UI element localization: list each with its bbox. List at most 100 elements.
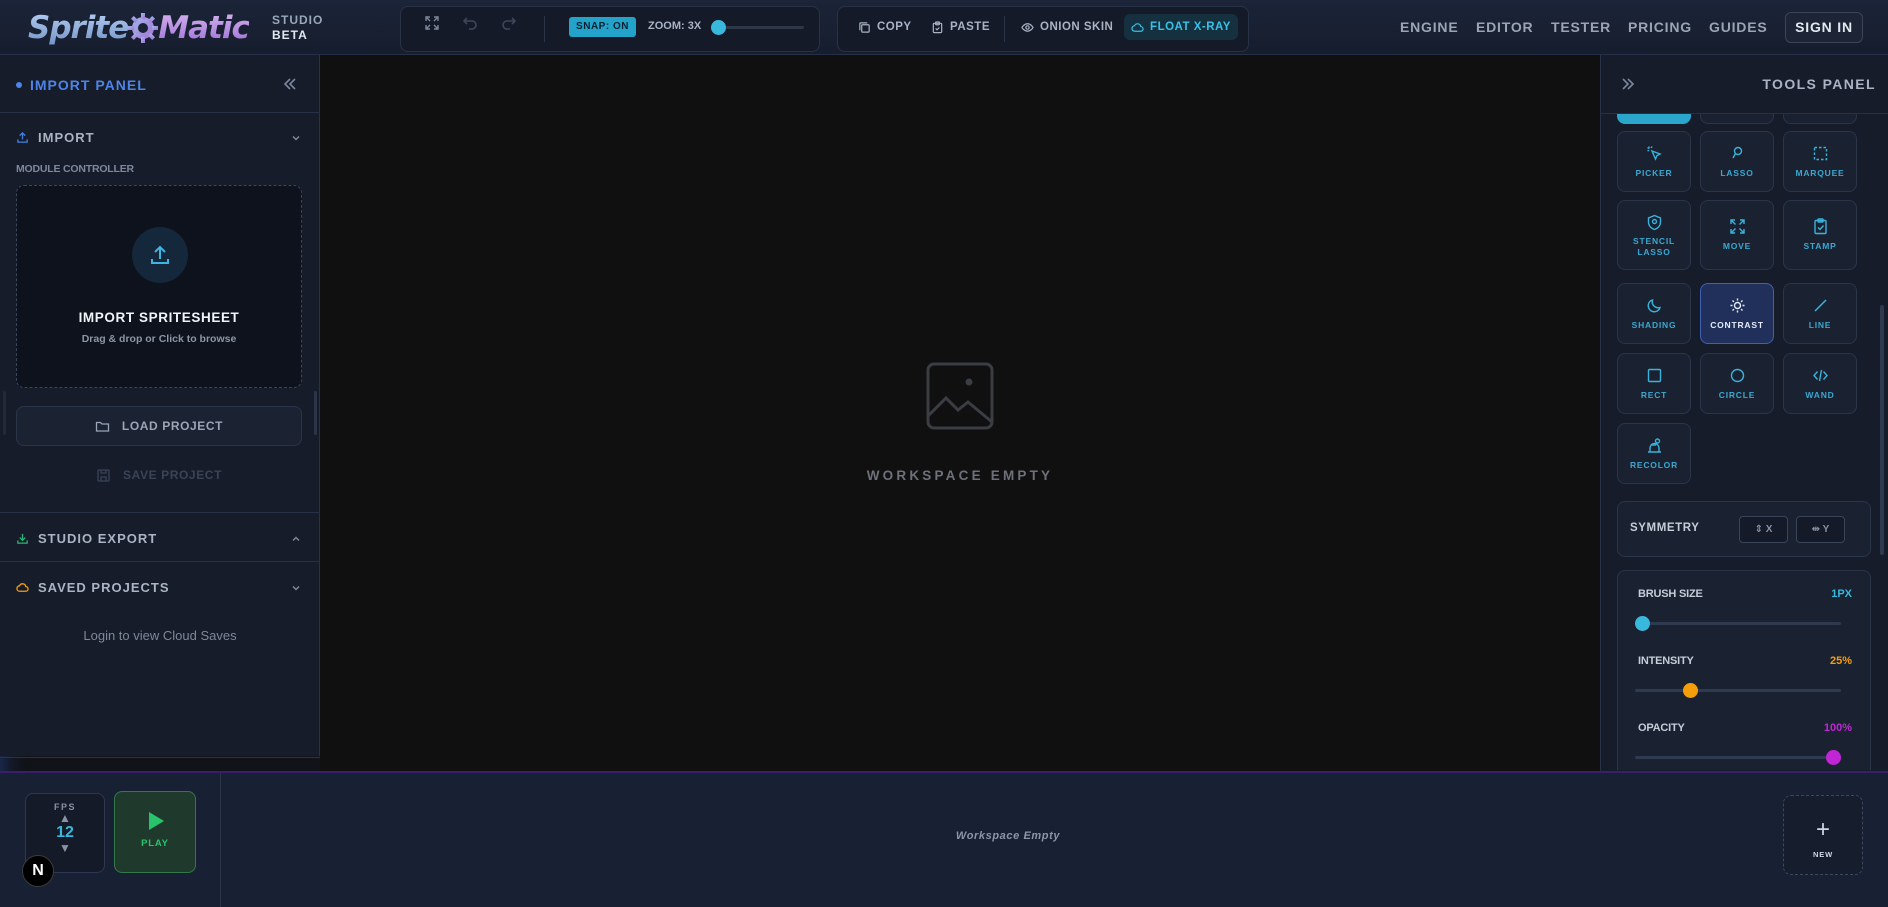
new-frame-button[interactable]: + NEW — [1783, 795, 1863, 875]
import-section-header[interactable]: IMPORT — [16, 130, 95, 145]
nav-editor[interactable]: EDITOR — [1476, 19, 1533, 35]
symmetry-label: SYMMETRY — [1630, 522, 1700, 534]
tool-marquee[interactable]: MARQUEE — [1783, 131, 1857, 192]
line-icon — [1813, 299, 1827, 312]
tool-wand[interactable]: WAND — [1783, 353, 1857, 414]
save-project-label: SAVE PROJECT — [123, 468, 222, 482]
undo-icon[interactable] — [462, 15, 478, 31]
tool-label: STAMP — [1803, 241, 1837, 251]
tool-shading[interactable]: SHADING — [1617, 283, 1691, 344]
nav-tester[interactable]: TESTER — [1551, 19, 1611, 35]
nav-guides[interactable]: GUIDES — [1709, 19, 1767, 35]
opacity-slider[interactable] — [1635, 756, 1841, 759]
tool-picker[interactable]: PICKER — [1617, 131, 1691, 192]
tools-panel: TOOLS PANEL PICKER LASSO MARQUEE STENCIL… — [1600, 55, 1888, 771]
nav-pricing[interactable]: PRICING — [1628, 19, 1692, 35]
gear-icon — [128, 13, 159, 43]
float-xray-button[interactable]: FLOAT X-RAY — [1124, 14, 1238, 40]
tool-contrast[interactable]: CONTRAST — [1700, 283, 1774, 344]
symmetry-x-button[interactable]: ⇕ X — [1739, 516, 1788, 543]
snap-toggle-button[interactable]: SNAP: ON — [569, 17, 636, 37]
status-dot-icon — [16, 82, 22, 88]
chevron-down-icon[interactable] — [290, 582, 302, 594]
saved-projects-header[interactable]: SAVED PROJECTS — [16, 580, 170, 595]
cloud-icon — [16, 583, 29, 592]
tool-button-partial[interactable] — [1700, 114, 1774, 124]
import-panel-title-text: IMPORT PANEL — [30, 77, 147, 93]
expand-right-icon[interactable] — [1619, 75, 1637, 93]
redo-icon[interactable] — [501, 15, 517, 31]
spritesheet-dropzone[interactable]: IMPORT SPRITESHEET Drag & drop or Click … — [16, 185, 302, 388]
copy-button[interactable]: COPY — [858, 15, 912, 39]
module-controller-label: MODULE CONTROLLER — [16, 163, 134, 175]
tool-stamp[interactable]: STAMP — [1783, 200, 1857, 270]
upload-icon — [151, 245, 169, 264]
collapse-left-icon[interactable] — [281, 75, 299, 93]
tool-button-partial[interactable] — [1617, 114, 1691, 124]
upload-icon — [17, 131, 28, 143]
save-project-button[interactable]: SAVE PROJECT — [16, 462, 302, 488]
fps-up-arrow-icon[interactable]: ▲ — [26, 812, 104, 824]
zoom-slider-thumb[interactable] — [711, 20, 726, 35]
paste-label: PASTE — [950, 21, 990, 33]
fps-down-arrow-icon[interactable]: ▼ — [26, 842, 104, 854]
onion-skin-label: ONION SKIN — [1040, 21, 1114, 33]
logo[interactable]: Sprite Matic — [28, 8, 250, 48]
dropzone-title: IMPORT SPRITESHEET — [78, 310, 240, 325]
chevron-down-icon[interactable] — [290, 132, 302, 144]
folder-icon — [95, 421, 110, 432]
opacity-thumb[interactable] — [1826, 750, 1841, 765]
panel-resize-handle[interactable] — [314, 391, 317, 435]
code-icon — [1812, 369, 1828, 382]
tool-label: STENCIL LASSO — [1633, 236, 1675, 257]
onion-skin-button[interactable]: ONION SKIN — [1021, 15, 1113, 39]
play-button[interactable]: PLAY — [114, 791, 196, 873]
nav-engine[interactable]: ENGINE — [1400, 19, 1458, 35]
symmetry-y-label: Y — [1822, 524, 1830, 535]
n-badge-icon[interactable]: N — [22, 855, 54, 887]
divider — [0, 561, 320, 562]
symmetry-y-button[interactable]: ⇹ Y — [1796, 516, 1845, 543]
panel-resize-handle[interactable] — [3, 391, 6, 435]
tool-rect[interactable]: RECT — [1617, 353, 1691, 414]
studio-export-header[interactable]: STUDIO EXPORT — [16, 531, 157, 546]
tool-label: RECOLOR — [1629, 460, 1679, 470]
intensity-thumb[interactable] — [1682, 683, 1698, 698]
workspace-canvas[interactable]: WORKSPACE EMPTY — [320, 55, 1600, 771]
tool-button-partial[interactable] — [1783, 114, 1857, 124]
tool-line[interactable]: LINE — [1783, 283, 1857, 344]
marquee-icon — [1813, 146, 1827, 161]
divider — [0, 757, 320, 758]
load-project-button[interactable]: LOAD PROJECT — [16, 406, 302, 446]
tool-recolor[interactable]: RECOLOR — [1617, 423, 1691, 484]
tool-label: MARQUEE — [1795, 168, 1845, 178]
import-panel: IMPORT PANEL IMPORT MODULE CONTROLLER IM… — [0, 55, 320, 758]
tool-label: SHADING — [1631, 320, 1677, 330]
float-xray-label: FLOAT X-RAY — [1150, 21, 1231, 33]
tool-stencil-lasso[interactable]: STENCIL LASSO — [1617, 200, 1691, 270]
dropzone-subtitle: Drag & drop or Click to browse — [81, 333, 237, 345]
chevron-up-icon[interactable] — [290, 533, 302, 545]
tool-label: LINE — [1808, 320, 1832, 330]
lasso-icon — [1731, 146, 1742, 159]
tool-lasso[interactable]: LASSO — [1700, 131, 1774, 192]
load-project-label: LOAD PROJECT — [121, 419, 224, 433]
studio-tag: STUDIO BETA — [272, 13, 323, 43]
brush-size-thumb[interactable] — [1635, 616, 1650, 631]
fullscreen-icon[interactable] — [424, 15, 440, 31]
saved-projects-label: SAVED PROJECTS — [38, 580, 170, 595]
brush-size-slider[interactable] — [1635, 622, 1841, 625]
tool-move[interactable]: MOVE — [1700, 200, 1774, 270]
picker-icon — [1646, 146, 1662, 161]
tool-label: RECT — [1640, 390, 1668, 400]
workspace-empty-label: WORKSPACE EMPTY — [866, 468, 1054, 483]
zoom-label: ZOOM: 3X — [648, 20, 702, 32]
plus-icon: + — [1815, 816, 1830, 843]
tool-circle[interactable]: CIRCLE — [1700, 353, 1774, 414]
symmetry-controls: SYMMETRY ⇕ X ⇹ Y — [1617, 501, 1871, 557]
scrollbar[interactable] — [1880, 305, 1884, 555]
intensity-slider[interactable] — [1635, 689, 1841, 692]
paste-button[interactable]: PASTE — [931, 15, 990, 39]
intensity-value: 25% — [1829, 655, 1852, 667]
sign-in-button[interactable]: SIGN IN — [1785, 12, 1863, 43]
